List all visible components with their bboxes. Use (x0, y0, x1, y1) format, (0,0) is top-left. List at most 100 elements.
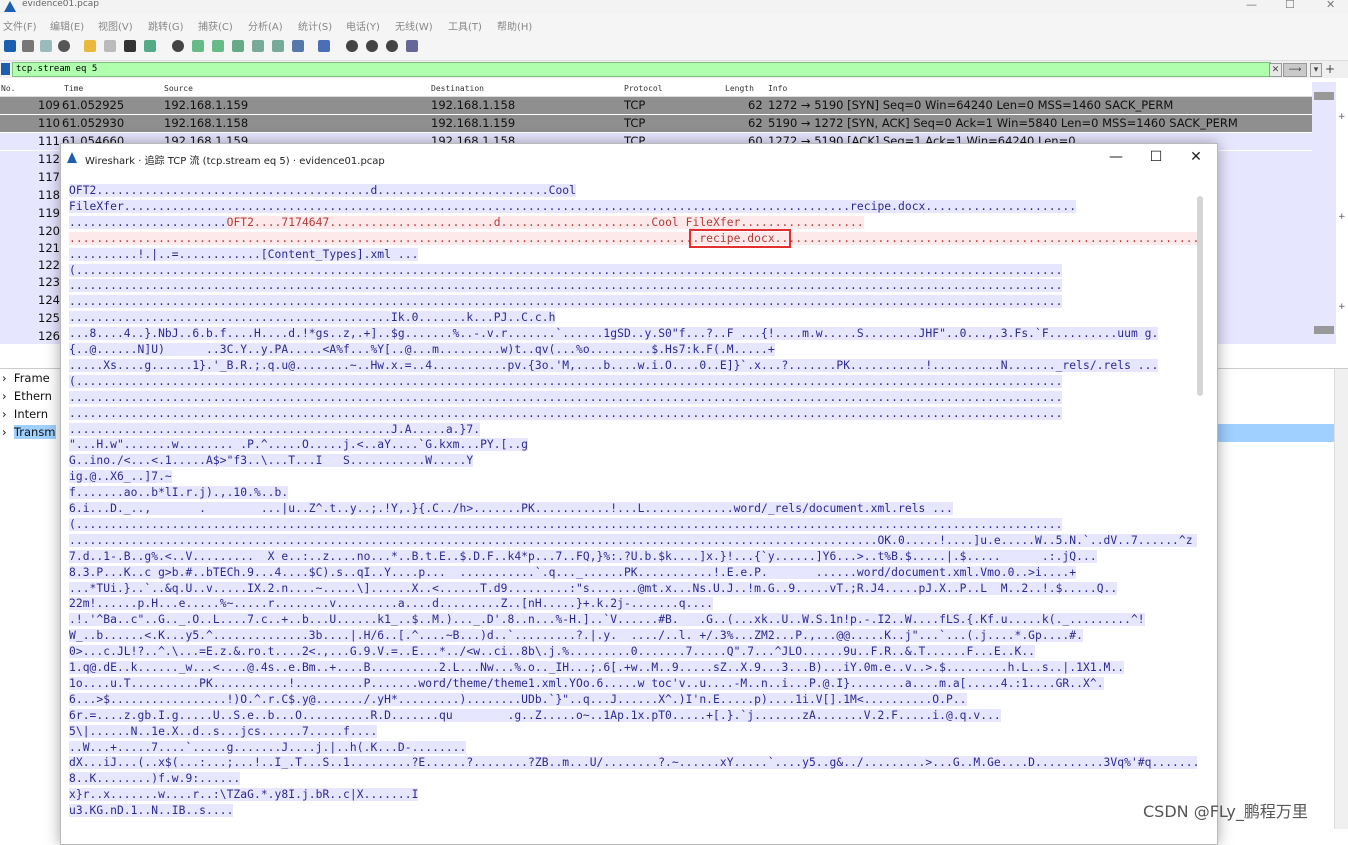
stream-line: ........................................… (69, 406, 1063, 421)
menu-bar: 文件(F) 编辑(E) 视图(V) 跳转(G) 捕获(C) 分析(A) 统计(S… (0, 14, 1348, 34)
open-file-icon[interactable] (84, 40, 96, 52)
col-length[interactable]: Length (725, 84, 754, 93)
close-icon[interactable]: ✕ (1326, 0, 1335, 11)
go-back-icon[interactable] (192, 40, 204, 52)
packet-list-scrollbar[interactable] (1312, 82, 1336, 344)
start-capture-icon[interactable] (4, 40, 16, 52)
packet-row[interactable]: 110 61.052930 192.168.1.158 192.168.1.15… (0, 115, 1312, 132)
first-packet-icon[interactable] (252, 40, 264, 52)
packet-no: 118 (38, 188, 60, 202)
client-data: 6.i...D._.., . ...|u..Z^.t..y..;.!Y,.}{.… (69, 502, 953, 515)
client-data: ..W...+.....7....`.....g.......J....j.|.… (69, 740, 467, 754)
client-data: 0>...c.JL!?..^.\...=E.z.&.ro.t....2<.,..… (69, 645, 1036, 659)
client-data: u3.KG.nD.1..N..IB..s.... (69, 804, 234, 818)
restart-capture-icon[interactable] (40, 40, 52, 52)
stream-line: ........................................… (69, 390, 1063, 405)
client-data: ........................................… (69, 422, 481, 436)
col-no[interactable]: No. (1, 84, 15, 93)
filter-history-icon[interactable]: ▾ (1310, 63, 1322, 77)
minimize-icon[interactable]: — (1105, 149, 1127, 165)
reload-file-icon[interactable] (144, 40, 156, 52)
close-file-icon[interactable] (124, 40, 136, 52)
go-forward-icon[interactable] (212, 40, 224, 52)
packet-row[interactable]: 109 61.052925 192.168.1.159 192.168.1.15… (0, 97, 1312, 114)
stop-capture-icon[interactable] (22, 40, 34, 52)
stream-line: ........................................… (69, 311, 556, 325)
client-data: (.......................................… (69, 263, 1063, 277)
client-data: 22m!......p.H...e.....%~.....r........v.… (69, 597, 714, 611)
scroll-thumb[interactable] (1314, 92, 1334, 100)
minimap-tick: + (1338, 212, 1346, 222)
menu-help[interactable]: 帮助(H) (497, 18, 532, 33)
stream-line: 8..K........)f.w.9:...... (69, 772, 241, 786)
wireshark-logo-icon (67, 152, 77, 163)
stream-line: FileXfer................................… (69, 199, 1077, 214)
client-data: (.......................................… (69, 374, 1063, 388)
col-time[interactable]: Time (64, 84, 83, 93)
server-data: ........................................… (788, 231, 1197, 245)
filter-bookmark-icon[interactable] (1, 63, 10, 75)
menu-capture[interactable]: 捕获(C) (198, 18, 233, 33)
stream-line: .......................OFT2....7174647..… (69, 215, 864, 230)
client-data: "...H.w".......w........ .P.^.....O.....… (69, 438, 529, 452)
details-item-internet[interactable]: › Intern (2, 407, 48, 421)
maximize-icon[interactable]: ☐ (1285, 0, 1295, 11)
client-data: .!.'^Ba..c"..G.._.O..L....7.c..+..b...U.… (69, 613, 1145, 627)
stream-content[interactable]: OFT2....................................… (69, 184, 1197, 844)
stream-line: ........................................… (69, 295, 1063, 309)
packet-no: 122 (38, 258, 60, 272)
menu-telephony[interactable]: 电话(Y) (346, 18, 380, 33)
menu-file[interactable]: 文件(F) (3, 18, 37, 33)
stream-line: ........................................… (69, 422, 481, 437)
col-destination[interactable]: Destination (431, 84, 484, 93)
client-data: (.......................................… (69, 517, 1063, 531)
zoom-in-icon[interactable] (346, 40, 358, 52)
client-data: ........................................… (69, 311, 556, 325)
stream-line: 6...>$.................!)O.^.r.C$.y@....… (69, 692, 967, 707)
stream-line: dX...iJ...(..x$(...:...;...!..I_.T...S..… (69, 756, 1197, 770)
last-packet-icon[interactable] (272, 40, 284, 52)
go-to-packet-icon[interactable] (232, 40, 244, 52)
details-item-frame[interactable]: › Frame (2, 371, 50, 385)
menu-tools[interactable]: 工具(T) (448, 18, 482, 33)
zoom-out-icon[interactable] (366, 40, 378, 52)
menu-statistics[interactable]: 统计(S) (298, 18, 332, 33)
add-filter-button-icon[interactable]: + (1325, 63, 1335, 75)
stream-scrollbar[interactable] (1197, 196, 1203, 396)
main-toolbar (0, 34, 1348, 61)
colorize-icon[interactable] (318, 40, 330, 52)
stream-line: ..........!.|..=............[Content_Typ… (69, 247, 419, 262)
maximize-icon[interactable]: ☐ (1145, 149, 1167, 165)
scroll-thumb[interactable] (1314, 326, 1334, 334)
display-filter-input[interactable]: tcp.stream eq 5 (12, 62, 1271, 77)
stream-line: f.......ao..b*lI.r.j).,.10.%..b. (69, 486, 289, 500)
packet-info: 5190 → 1272 [SYN, ACK] Seq=0 Ack=1 Win=5… (768, 116, 1238, 130)
server-data: ........................................… (69, 231, 693, 245)
resize-columns-icon[interactable] (406, 40, 418, 52)
menu-go[interactable]: 跳转(G) (148, 18, 184, 33)
packet-no: 124 (38, 293, 60, 307)
main-title-bar: evidence01.pcap — ☐ ✕ (0, 0, 1348, 14)
capture-options-icon[interactable] (58, 40, 70, 52)
normal-size-icon[interactable] (386, 40, 398, 52)
menu-edit[interactable]: 编辑(E) (50, 18, 84, 33)
details-item-ethernet[interactable]: › Ethern (2, 389, 52, 403)
client-data: ...*TUi.}..`..&q.U..v.....IX.2.n....~...… (69, 581, 1118, 595)
col-info[interactable]: Info (768, 84, 787, 93)
col-source[interactable]: Source (164, 84, 193, 93)
details-item-transmission[interactable]: › Transm (2, 425, 56, 439)
menu-analyze[interactable]: 分析(A) (248, 18, 283, 33)
packet-length: 62 (748, 116, 763, 130)
details-scrollbar[interactable] (1334, 369, 1348, 829)
close-icon[interactable]: ✕ (1185, 149, 1207, 165)
details-label: Ethern (13, 389, 52, 403)
menu-wireless[interactable]: 无线(W) (395, 18, 433, 33)
apply-filter-icon[interactable]: ⟶ (1283, 63, 1307, 77)
autoscroll-icon[interactable] (292, 40, 304, 52)
menu-view[interactable]: 视图(V) (98, 18, 133, 33)
find-packet-icon[interactable] (172, 40, 184, 52)
clear-filter-icon[interactable]: ✕ (1269, 63, 1282, 77)
col-protocol[interactable]: Protocol (624, 84, 663, 93)
minimize-icon[interactable]: — (1246, 0, 1257, 11)
save-file-icon[interactable] (104, 40, 116, 52)
